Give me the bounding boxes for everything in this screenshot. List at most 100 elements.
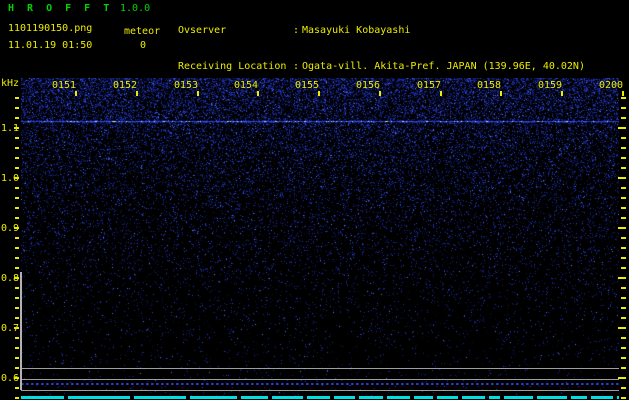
info-value: Ogata-vill. Akita-Pref. JAPAN (139.96E, … (302, 60, 585, 72)
time-label-0152: 0152 (113, 80, 138, 91)
right-major-tick (618, 177, 626, 179)
reference-line-upper (21, 368, 619, 369)
activity-bar (0, 396, 629, 399)
activity-bar-segment (504, 396, 533, 399)
activity-bar-segment (190, 396, 237, 399)
right-minor-tick (621, 297, 626, 299)
activity-bar-segment (307, 396, 330, 399)
activity-bar-segment (437, 396, 458, 399)
minute-tick (136, 91, 138, 96)
time-label-0158: 0158 (477, 80, 502, 91)
output-filename: 1101190150.png (8, 23, 93, 34)
right-minor-tick (621, 387, 626, 389)
minute-tick (257, 91, 259, 96)
activity-bar-segment (241, 396, 268, 399)
right-minor-tick (621, 167, 626, 169)
minute-tick (622, 91, 624, 96)
time-label-0157: 0157 (417, 80, 442, 91)
right-minor-tick (621, 357, 626, 359)
app-title: H R O F F T (8, 3, 113, 14)
time-label-0151: 0151 (52, 80, 77, 91)
right-minor-tick (621, 207, 626, 209)
activity-bar-segment (387, 396, 410, 399)
left-minor-tick (15, 217, 19, 219)
right-minor-tick (621, 347, 626, 349)
right-minor-tick (621, 267, 626, 269)
minute-tick (318, 91, 320, 96)
minute-tick (440, 91, 442, 96)
left-minor-tick (15, 247, 19, 249)
left-minor-tick (15, 297, 19, 299)
plot-left-edge-line (20, 272, 22, 390)
signal-level-trace (21, 383, 619, 385)
y-axis-unit-label: kHz (1, 78, 20, 89)
activity-bar-segment (272, 396, 303, 399)
left-minor-tick (15, 167, 19, 169)
right-minor-tick (621, 337, 626, 339)
freq-label-0.6: 0.6 (1, 373, 20, 384)
freq-label-dash (14, 377, 19, 379)
left-minor-tick (15, 267, 19, 269)
time-label-0153: 0153 (174, 80, 199, 91)
app-version: 1.0.0 (120, 3, 151, 14)
right-minor-tick (621, 197, 626, 199)
freq-label-0.9: 0.9 (1, 223, 20, 234)
left-minor-tick (15, 337, 19, 339)
freq-label-1.1: 1.1 (1, 123, 20, 134)
freq-label-0.8: 0.8 (1, 273, 20, 284)
activity-bar-segment (489, 396, 500, 399)
spectrogram-canvas (21, 78, 619, 398)
right-minor-tick (621, 147, 626, 149)
right-minor-tick (621, 257, 626, 259)
freq-label-1.0: 1.0 (1, 173, 20, 184)
meteor-echo-count: 0 (140, 40, 147, 51)
minute-tick (379, 91, 381, 96)
right-minor-tick (621, 317, 626, 319)
minute-tick (75, 91, 77, 96)
info-row-observer: Ovserver: Masayuki Kobayashi (178, 25, 585, 39)
mode-label: meteor (124, 26, 161, 37)
left-minor-tick (15, 157, 19, 159)
right-major-tick (618, 227, 626, 229)
right-minor-tick (621, 287, 626, 289)
time-label-0159: 0159 (538, 80, 563, 91)
right-minor-tick (621, 107, 626, 109)
left-minor-tick (15, 97, 19, 99)
time-label-0200: 0200 (599, 80, 624, 91)
activity-bar-segment (571, 396, 587, 399)
time-label-0155: 0155 (295, 80, 320, 91)
info-value: Masayuki Kobayashi (302, 25, 411, 36)
left-minor-tick (15, 347, 19, 349)
left-minor-tick (15, 187, 19, 189)
right-major-tick (618, 327, 626, 329)
right-minor-tick (621, 187, 626, 189)
freq-label-dash (14, 327, 19, 329)
right-major-tick (618, 377, 626, 379)
info-label: Receiving Location (178, 60, 287, 72)
time-label-0156: 0156 (356, 80, 381, 91)
right-minor-tick (621, 97, 626, 99)
left-minor-tick (15, 307, 19, 309)
left-minor-tick (15, 117, 19, 119)
activity-bar-segment (334, 396, 355, 399)
info-row-location: Receiving Location: Ogata-vill. Akita-Pre… (178, 61, 585, 75)
right-minor-tick (621, 157, 626, 159)
minute-tick (561, 91, 563, 96)
freq-label-0.7: 0.7 (1, 323, 20, 334)
right-minor-tick (621, 117, 626, 119)
right-minor-tick (621, 367, 626, 369)
left-minor-tick (15, 287, 19, 289)
activity-bar-segment (134, 396, 186, 399)
freq-label-dash (14, 177, 19, 179)
freq-label-dash (14, 127, 19, 129)
right-minor-tick (621, 217, 626, 219)
left-minor-tick (15, 107, 19, 109)
left-minor-tick (15, 137, 19, 139)
left-minor-tick (15, 207, 19, 209)
activity-bar-segment (68, 396, 130, 399)
freq-label-dash (14, 227, 19, 229)
right-major-tick (618, 277, 626, 279)
right-minor-tick (621, 137, 626, 139)
activity-bar-segment (21, 396, 64, 399)
minute-tick (500, 91, 502, 96)
